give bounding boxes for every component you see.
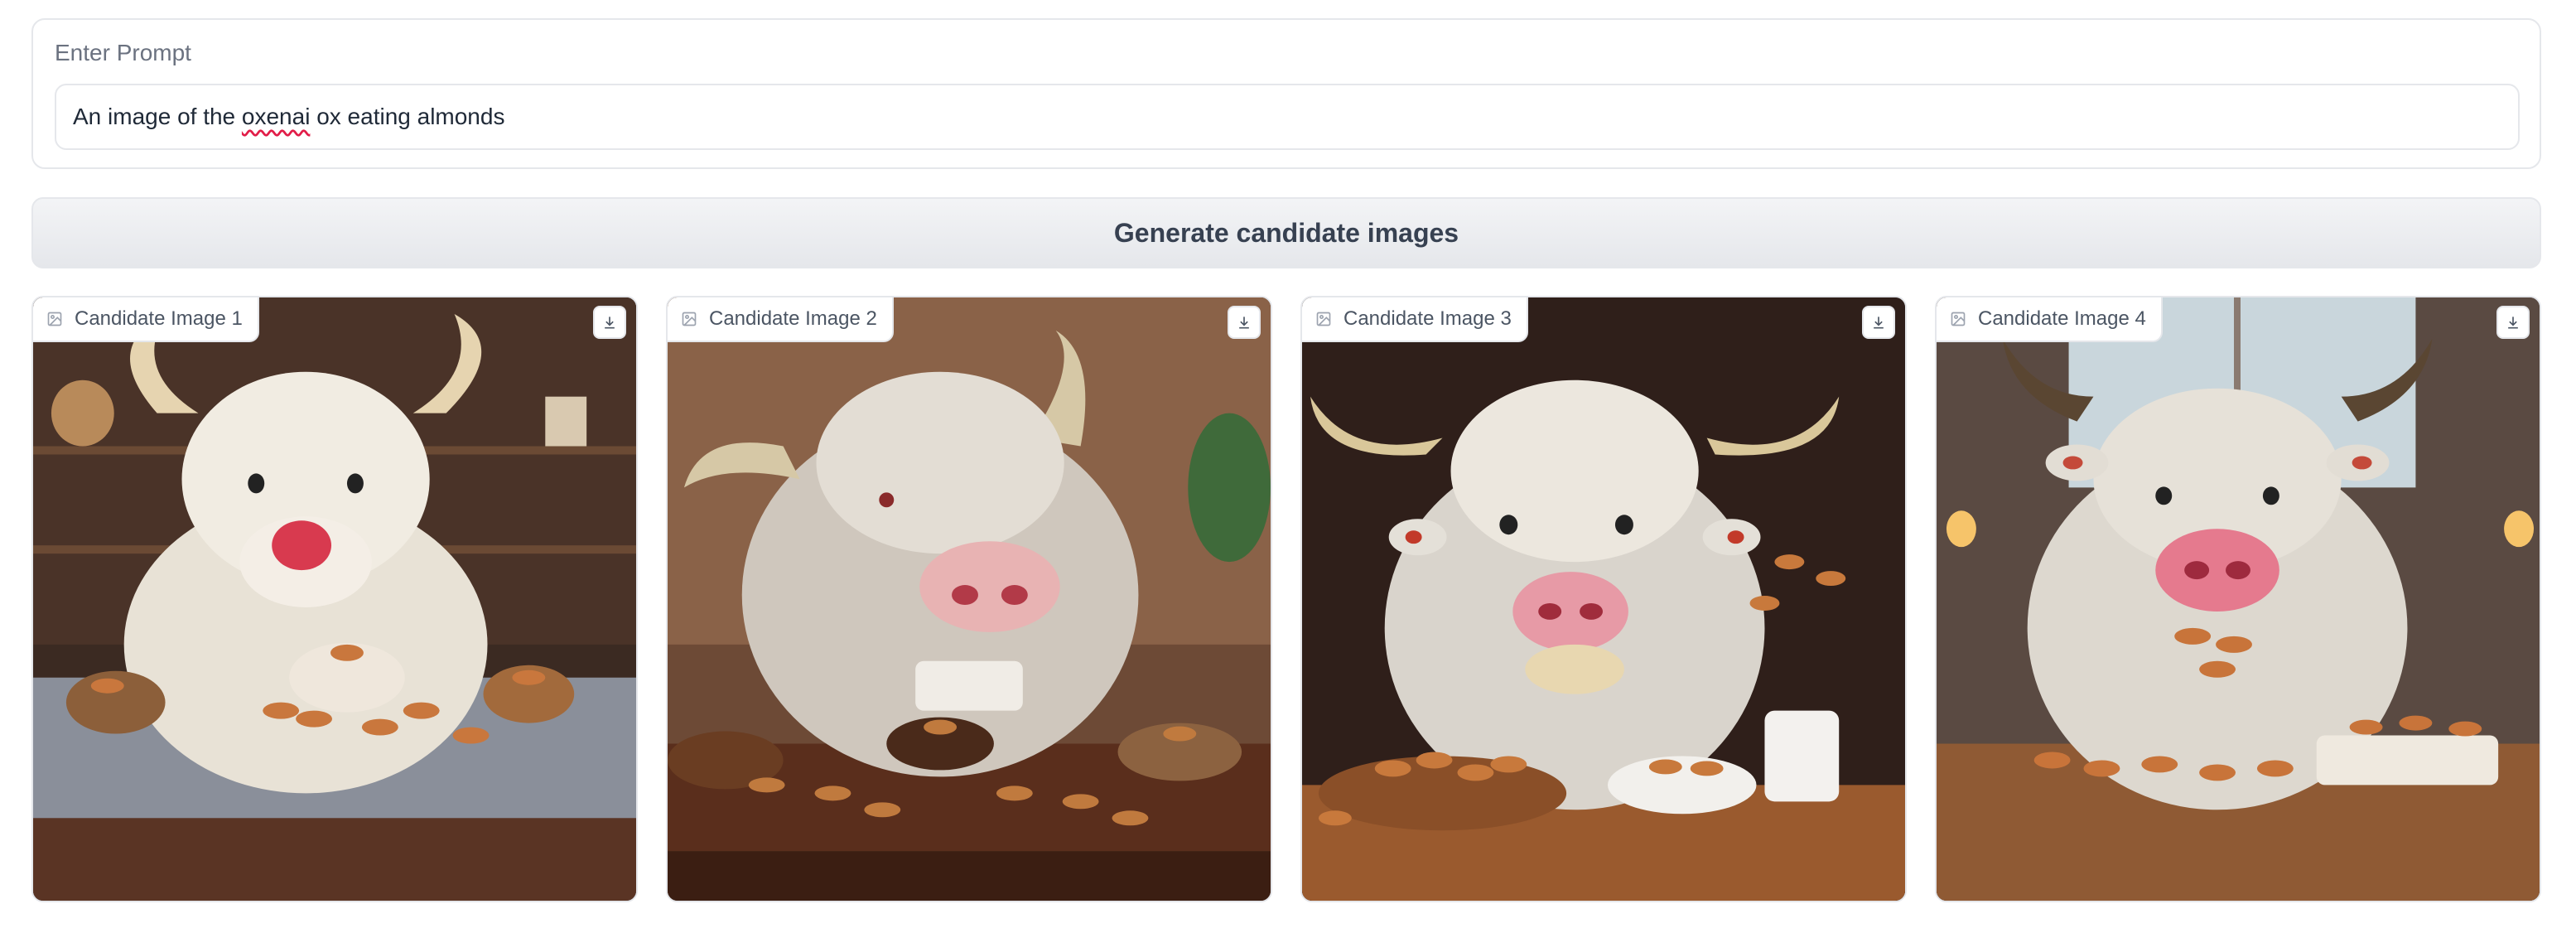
candidate-image-3-title: Candidate Image 3 — [1343, 307, 1512, 330]
candidate-image-2[interactable]: Candidate Image 2 — [666, 296, 1272, 902]
prompt-text-end: ox eating almonds — [310, 104, 505, 129]
download-button-3[interactable] — [1862, 306, 1895, 339]
candidate-image-1-label: Candidate Image 1 — [33, 297, 259, 342]
download-icon — [1239, 317, 1249, 329]
download-button-4[interactable] — [2496, 306, 2530, 339]
download-button-1[interactable] — [593, 306, 626, 339]
candidate-image-4-picture — [1937, 297, 2540, 901]
download-icon — [2508, 317, 2518, 329]
candidate-image-1-title: Candidate Image 1 — [75, 307, 243, 330]
prompt-misspelled-word: oxenai — [241, 104, 311, 129]
download-icon — [605, 317, 615, 329]
candidate-image-3-label: Candidate Image 3 — [1302, 297, 1528, 342]
candidate-image-4-label: Candidate Image 4 — [1937, 297, 2163, 342]
candidate-image-4-title: Candidate Image 4 — [1978, 307, 2146, 330]
generate-button[interactable]: Generate candidate images — [31, 197, 2541, 268]
candidate-image-2-picture — [668, 297, 1271, 901]
prompt-label: Enter Prompt — [55, 40, 191, 65]
download-button-2[interactable] — [1228, 306, 1261, 339]
candidate-image-1[interactable]: Candidate Image 1 — [31, 296, 638, 902]
image-icon — [1951, 312, 1966, 326]
candidate-image-3[interactable]: Candidate Image 3 — [1300, 296, 1907, 902]
image-icon — [47, 312, 62, 326]
candidate-image-2-title: Candidate Image 2 — [709, 307, 877, 330]
candidate-image-1-picture — [33, 297, 636, 901]
image-icon — [1316, 312, 1331, 326]
download-icon — [1874, 317, 1884, 329]
prompt-input[interactable]: An image of the oxenai ox eating almonds — [55, 84, 2520, 150]
candidate-image-2-label: Candidate Image 2 — [668, 297, 894, 342]
prompt-text-start: An image of the — [73, 104, 242, 129]
prompt-panel: Enter Prompt An image of the oxenai ox e… — [31, 18, 2541, 169]
image-icon — [682, 312, 697, 326]
candidate-image-4[interactable]: Candidate Image 4 — [1935, 296, 2541, 902]
candidate-image-3-picture — [1302, 297, 1905, 901]
